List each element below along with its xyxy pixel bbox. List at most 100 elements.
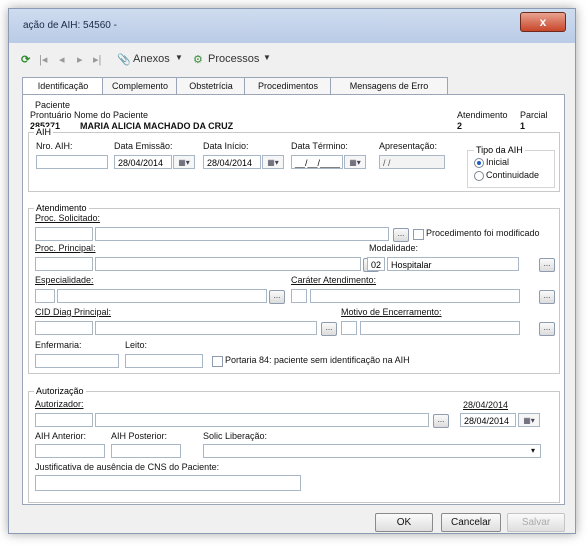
especialidade-code-input[interactable] bbox=[35, 289, 55, 303]
prontuario-label: Prontuário bbox=[30, 110, 72, 120]
proc-principal-code-input[interactable] bbox=[35, 257, 93, 271]
tab-mensagens-erro[interactable]: Mensagens de Erro bbox=[330, 77, 448, 94]
motivo-desc-input[interactable] bbox=[360, 321, 520, 335]
last-record-icon[interactable]: ▸| bbox=[93, 53, 101, 66]
especialidade-label: Especialidade: bbox=[35, 275, 94, 285]
atendimento-label: Atendimento bbox=[457, 110, 508, 120]
inicio-calendar-icon[interactable]: ▦▾ bbox=[262, 155, 284, 169]
data-termino-label: Data Término: bbox=[291, 141, 348, 151]
justificativa-label: Justificativa de ausência de CNS do Paci… bbox=[35, 462, 220, 472]
apresentacao-label: Apresentação: bbox=[379, 141, 438, 151]
proc-principal-desc-input[interactable] bbox=[95, 257, 361, 271]
next-record-icon[interactable]: ▸ bbox=[77, 53, 83, 66]
enfermaria-label: Enfermaria: bbox=[35, 340, 82, 350]
proc-modificado-checkbox[interactable] bbox=[413, 229, 424, 240]
cid-code-input[interactable] bbox=[35, 321, 93, 335]
leito-input[interactable] bbox=[125, 354, 203, 368]
data-autorizacao-input[interactable]: 28/04/2014 bbox=[460, 413, 516, 427]
aih-posterior-input[interactable] bbox=[111, 444, 181, 458]
proc-solicitado-label: Proc. Solicitado: bbox=[35, 213, 101, 223]
modalidade-desc-input[interactable]: Hospitalar bbox=[387, 257, 519, 271]
data-inicio-label: Data Início: bbox=[203, 141, 249, 151]
autorizador-label: Autorizador: bbox=[35, 399, 84, 409]
first-record-icon[interactable]: |◂ bbox=[39, 53, 47, 66]
cid-search-button[interactable]: ... bbox=[321, 322, 337, 336]
tab-obstetricia[interactable]: Obstetrícia bbox=[176, 77, 246, 94]
data-emissao-label: Data Emissão: bbox=[114, 141, 173, 151]
enfermaria-input[interactable] bbox=[35, 354, 119, 368]
processos-dropdown-icon[interactable]: ▼ bbox=[263, 53, 271, 62]
anexos-dropdown-icon[interactable]: ▼ bbox=[175, 53, 183, 62]
data-emissao-input[interactable]: 28/04/2014 bbox=[114, 155, 172, 169]
apresentacao-input: / / bbox=[379, 155, 445, 169]
proc-principal-label: Proc. Principal: bbox=[35, 243, 96, 253]
proc-solicitado-code-input[interactable] bbox=[35, 227, 93, 241]
proc-modificado-label: Procedimento foi modificado bbox=[426, 228, 540, 238]
tab-procedimentos[interactable]: Procedimentos bbox=[244, 77, 332, 94]
tipo-inicial-label: Inicial bbox=[486, 157, 510, 167]
especialidade-desc-input[interactable] bbox=[57, 289, 267, 303]
autorizacao-group-label: Autorização bbox=[34, 386, 86, 396]
close-button[interactable]: x bbox=[520, 12, 566, 32]
solic-liberacao-dropdown-icon[interactable]: ▾ bbox=[531, 446, 535, 455]
tipo-inicial-radio[interactable] bbox=[474, 158, 484, 168]
carater-desc-input[interactable] bbox=[310, 289, 520, 303]
cancel-button[interactable]: Cancelar bbox=[441, 513, 501, 532]
motivo-encerramento-label: Motivo de Encerramento: bbox=[341, 307, 442, 317]
cid-diag-label: CID Diag Principal: bbox=[35, 307, 112, 317]
solic-liberacao-label: Solic Liberação: bbox=[203, 431, 268, 441]
atendimento-value: 2 bbox=[457, 121, 463, 131]
nro-aih-label: Nro. AIH: bbox=[36, 141, 73, 151]
window-title: ação de AIH: 54560 - bbox=[23, 20, 117, 31]
cid-desc-input[interactable] bbox=[95, 321, 317, 335]
portaria84-label: Portaria 84: paciente sem identificação … bbox=[225, 355, 410, 365]
tipo-continuidade-radio[interactable] bbox=[474, 171, 484, 181]
autorizador-desc-input[interactable] bbox=[95, 413, 429, 427]
emissao-calendar-icon[interactable]: ▦▾ bbox=[173, 155, 195, 169]
nro-aih-input[interactable] bbox=[36, 155, 108, 169]
proc-solicitado-search-button[interactable]: ... bbox=[393, 228, 409, 242]
modalidade-search-button[interactable]: ... bbox=[539, 258, 555, 272]
gears-icon: ⚙ bbox=[193, 54, 203, 66]
portaria84-checkbox[interactable] bbox=[212, 356, 223, 367]
especialidade-search-button[interactable]: ... bbox=[269, 290, 285, 304]
save-button[interactable]: Salvar bbox=[507, 513, 565, 532]
parcial-value: 1 bbox=[520, 121, 526, 131]
processos-menu[interactable]: Processos bbox=[208, 53, 259, 65]
data-termino-input[interactable]: __/__/____ bbox=[291, 155, 343, 169]
data-autorizacao-label: 28/04/2014 bbox=[463, 400, 509, 410]
ok-button[interactable]: OK bbox=[375, 513, 433, 532]
toolbar: ⟳ |◂ ◂ ▸ ▸| 📎 Anexos ▼ ⚙ Processos ▼ bbox=[9, 43, 575, 77]
autorizador-search-button[interactable]: ... bbox=[433, 414, 449, 428]
nome-paciente-value: MARIA ALICIA MACHADO DA CRUZ bbox=[80, 121, 234, 131]
modalidade-label: Modalidade: bbox=[369, 243, 419, 253]
parcial-label: Parcial bbox=[520, 110, 548, 120]
tab-identificacao[interactable]: Identificação bbox=[22, 77, 104, 95]
autorizador-code-input[interactable] bbox=[35, 413, 93, 427]
paperclip-icon: 📎 bbox=[117, 54, 131, 66]
motivo-code-input[interactable] bbox=[341, 321, 357, 335]
tipo-aih-label: Tipo da AIH bbox=[474, 145, 525, 155]
tab-complemento[interactable]: Complemento bbox=[102, 77, 178, 94]
paciente-group-label: Paciente bbox=[35, 100, 71, 110]
carater-search-button[interactable]: ... bbox=[539, 290, 555, 304]
prev-record-icon[interactable]: ◂ bbox=[59, 53, 65, 66]
aih-posterior-label: AIH Posterior: bbox=[111, 431, 168, 441]
justificativa-input[interactable] bbox=[35, 475, 301, 491]
termino-calendar-icon[interactable]: ▦▾ bbox=[344, 155, 366, 169]
anexos-menu[interactable]: Anexos bbox=[133, 53, 170, 65]
proc-solicitado-desc-input[interactable] bbox=[95, 227, 389, 241]
solic-liberacao-select[interactable] bbox=[203, 444, 541, 458]
title-bar: ação de AIH: 54560 - x bbox=[9, 9, 575, 43]
tipo-continuidade-label: Continuidade bbox=[486, 170, 540, 180]
identificacao-panel: Paciente Prontuário Nome do Paciente Ate… bbox=[22, 94, 565, 505]
autorizacao-calendar-icon[interactable]: ▦▾ bbox=[518, 413, 540, 427]
data-inicio-input[interactable]: 28/04/2014 bbox=[203, 155, 261, 169]
tipo-aih-group bbox=[467, 150, 555, 188]
refresh-icon[interactable]: ⟳ bbox=[21, 53, 30, 66]
motivo-search-button[interactable]: ... bbox=[539, 322, 555, 336]
modalidade-code-input[interactable]: 02 bbox=[367, 257, 385, 271]
carater-code-input[interactable] bbox=[291, 289, 307, 303]
aih-anterior-input[interactable] bbox=[35, 444, 105, 458]
leito-label: Leito: bbox=[125, 340, 148, 350]
